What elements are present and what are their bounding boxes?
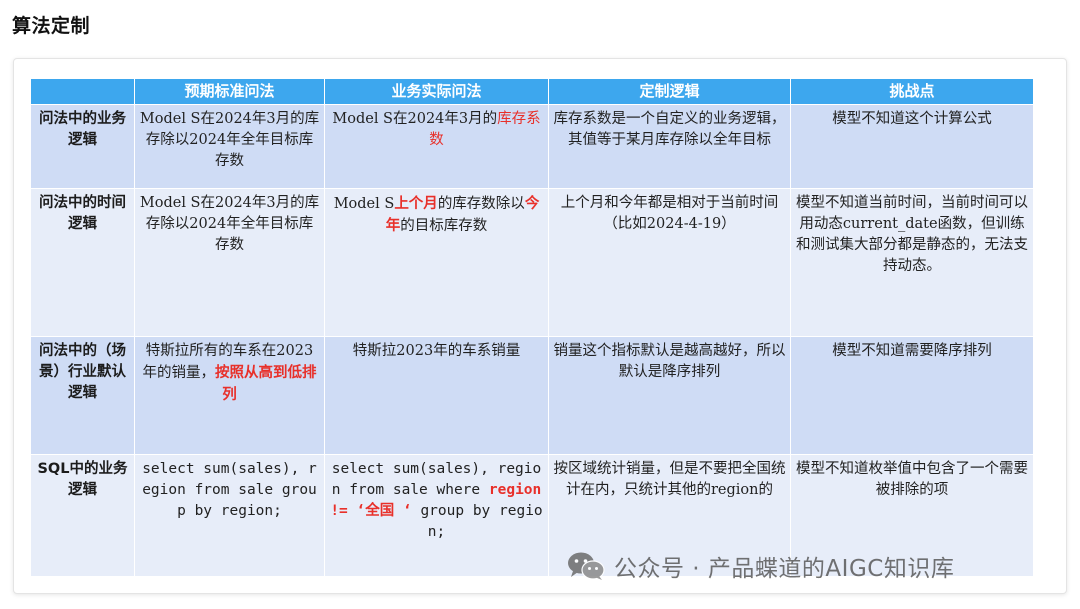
header-challenge: 挑战点 [790, 78, 1034, 105]
cell-standard: select sum(sales), region from sale grou… [134, 454, 325, 577]
header-standard: 预期标准问法 [134, 78, 325, 105]
header-corner [30, 78, 135, 105]
cell-challenge: 模型不知道需要降序排列 [790, 336, 1034, 455]
comparison-table: 预期标准问法 业务实际问法 定制逻辑 挑战点 问法中的业务逻辑 Model S在… [30, 78, 1034, 577]
highlight-text: 上个月 [394, 195, 438, 212]
cell-standard: Model S在2024年3月的库存除以2024年全年目标库存数 [134, 104, 325, 189]
cell-text: group by region; [411, 503, 543, 540]
cell-logic: 销量这个指标默认是越高越好，所以默认是降序排列 [548, 336, 791, 455]
cell-actual: 特斯拉2023年的车系销量 [324, 336, 549, 455]
cell-standard: 特斯拉所有的车系在2023年的销量，按照从高到低排列 [134, 336, 325, 455]
table-header-row: 预期标准问法 业务实际问法 定制逻辑 挑战点 [30, 78, 1034, 105]
highlight-text: 按照从高到低排列 [215, 364, 317, 403]
cell-actual: select sum(sales), region from sale wher… [324, 454, 549, 577]
row-label: 问法中的（场景）行业默认逻辑 [30, 336, 135, 455]
cell-text: 的库存数除以 [437, 196, 525, 212]
cell-text: Model S在2024年3月的 [332, 111, 498, 127]
page-title: 算法定制 [12, 15, 91, 37]
watermark-text: 公众号 · 产品蝶道的AIGC知识库 [614, 556, 955, 582]
cell-text: 的目标库存数 [400, 218, 488, 234]
header-logic: 定制逻辑 [548, 78, 791, 105]
cell-standard: Model S在2024年3月的库存除以2024年全年目标库存数 [134, 188, 325, 337]
cell-challenge: 模型不知道当前时间，当前时间可以用动态current_date函数，但训练和测试… [790, 188, 1034, 337]
row-label: 问法中的业务逻辑 [30, 104, 135, 189]
cell-actual: Model S上个月的库存数除以今年的目标库存数 [324, 188, 549, 337]
cell-challenge: 模型不知道这个计算公式 [790, 104, 1034, 189]
cell-actual: Model S在2024年3月的库存系数 [324, 104, 549, 189]
slide-image: 预期标准问法 业务实际问法 定制逻辑 挑战点 问法中的业务逻辑 Model S在… [30, 78, 1034, 577]
row-label: SQL中的业务逻辑 [30, 454, 135, 577]
watermark: 公众号 · 产品蝶道的AIGC知识库 [566, 549, 954, 583]
row-label: 问法中的时间逻辑 [30, 188, 135, 337]
cell-text: Model S [333, 196, 395, 212]
cell-logic: 上个月和今年都是相对于当前时间（比如2024-4-19） [548, 188, 791, 337]
table-row: 问法中的时间逻辑 Model S在2024年3月的库存除以2024年全年目标库存… [30, 188, 1034, 337]
table-row: 问法中的业务逻辑 Model S在2024年3月的库存除以2024年全年目标库存… [30, 104, 1034, 189]
table-row: 问法中的（场景）行业默认逻辑 特斯拉所有的车系在2023年的销量，按照从高到低排… [30, 336, 1034, 455]
cell-logic: 库存系数是一个自定义的业务逻辑，其值等于某月库存除以全年目标 [548, 104, 791, 189]
header-actual: 业务实际问法 [324, 78, 549, 105]
wechat-icon [568, 552, 605, 580]
content-card: 预期标准问法 业务实际问法 定制逻辑 挑战点 问法中的业务逻辑 Model S在… [13, 58, 1067, 594]
